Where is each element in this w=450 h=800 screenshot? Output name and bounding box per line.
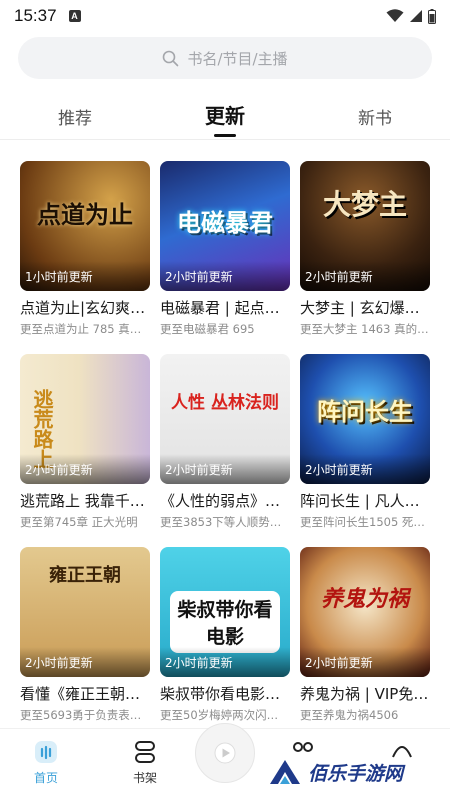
book-subtitle: 更至50岁梅婷两次闪… (160, 708, 279, 722)
book-cover[interactable]: 电磁暴君 2小时前更新 (160, 161, 290, 291)
nav-home[interactable]: 首页 (16, 739, 76, 786)
book-title: 点道为止|玄幻爽文… (20, 299, 150, 317)
book-title: 阵问长生 | 凡人… (300, 492, 420, 510)
book-title: 大梦主 | 玄幻爆… (300, 299, 420, 317)
cover-title: 雍正王朝 (49, 565, 121, 586)
book-cover[interactable]: 养鬼为祸 2小时前更新 (300, 547, 430, 677)
home-icon (35, 741, 57, 763)
book-subtitle: 更至第745章 正大光明 (20, 515, 138, 529)
tab-new-books[interactable]: 新书 (345, 104, 405, 148)
book-subtitle: 更至3853下等人顺势… (160, 515, 282, 529)
book-title: 看懂《雍正王朝… (20, 685, 141, 703)
cover-title: 阵问长生 (317, 397, 413, 426)
search-icon (163, 50, 179, 66)
book-card[interactable]: 大梦主 2小时前更新 大梦主 | 玄幻爆… 更至大梦主 1463 真的… (300, 161, 430, 337)
tab-active-indicator (214, 134, 236, 137)
update-badge: 1小时前更新 (20, 261, 150, 291)
book-cover[interactable]: 逃荒路上 2小时前更新 (20, 354, 150, 484)
book-subtitle: 更至电磁暴君 695 (160, 322, 255, 336)
update-badge: 2小时前更新 (20, 454, 150, 484)
book-card[interactable]: 点道为止 1小时前更新 点道为止|玄幻爽文… 更至点道为止 785 真… (20, 161, 150, 337)
tab-bar: 推荐 更新 新书 (0, 96, 450, 140)
tab-label: 新书 (358, 109, 392, 129)
update-badge: 2小时前更新 (300, 454, 430, 484)
update-badge: 2小时前更新 (160, 261, 290, 291)
tab-label: 推荐 (58, 109, 92, 129)
search-placeholder: 书名/节目/主播 (187, 49, 288, 68)
tab-recommend[interactable]: 推荐 (45, 104, 105, 148)
book-subtitle: 更至养鬼为祸4506 (300, 708, 399, 722)
play-icon (214, 742, 236, 764)
update-badge: 2小时前更新 (160, 647, 290, 677)
update-badge: 2小时前更新 (300, 261, 430, 291)
book-title: 养鬼为祸 | VIP免… (300, 685, 429, 703)
book-cover[interactable]: 人性 丛林法则 2小时前更新 (160, 354, 290, 484)
book-cover[interactable]: 点道为止 1小时前更新 (20, 161, 150, 291)
book-subtitle: 更至阵问长生1505 死… (300, 515, 425, 529)
tab-label: 更新 (205, 104, 245, 128)
book-subtitle: 更至点道为止 785 真… (20, 322, 142, 336)
tab-updates[interactable]: 更新 (195, 100, 255, 144)
book-card[interactable]: 养鬼为祸 2小时前更新 养鬼为祸 | VIP免… 更至养鬼为祸4506 (300, 547, 430, 723)
cover-title: 人性 丛林法则 (171, 393, 279, 413)
watermark-text: 佰乐手游网 (308, 762, 404, 785)
nav-bookshelf[interactable]: 书架 (115, 739, 175, 786)
book-card[interactable]: 逃荒路上 2小时前更新 逃荒路上 我靠千… 更至第745章 正大光明 (20, 354, 150, 530)
cover-title: 柴叔带你看电影 (170, 591, 280, 653)
book-title: 《人性的弱点》… (160, 492, 281, 510)
update-badge: 2小时前更新 (20, 647, 150, 677)
cover-title: 电磁暴君 (177, 208, 273, 237)
status-indicators (386, 8, 436, 24)
watermark-logo-icon (270, 760, 300, 784)
book-title: 柴叔带你看电影… (160, 685, 281, 703)
notification-app-icon: A (68, 10, 81, 22)
book-card[interactable]: 雍正王朝 2小时前更新 看懂《雍正王朝… 更至5693勇于负责表… (20, 547, 150, 723)
book-card[interactable]: 电磁暴君 2小时前更新 电磁暴君 | 起点… 更至电磁暴君 695 (160, 161, 290, 337)
book-cover[interactable]: 柴叔带你看电影 2小时前更新 (160, 547, 290, 677)
cover-title: 点道为止 (37, 200, 133, 229)
book-title: 电磁暴君 | 起点… (160, 299, 280, 317)
cover-title: 大梦主 (322, 188, 407, 221)
book-title: 逃荒路上 我靠千… (20, 492, 145, 510)
update-badge: 2小时前更新 (300, 647, 430, 677)
book-cover[interactable]: 雍正王朝 2小时前更新 (20, 547, 150, 677)
book-card[interactable]: 人性 丛林法则 2小时前更新 《人性的弱点》… 更至3853下等人顺势… (160, 354, 290, 530)
bookshelf-icon (135, 741, 155, 763)
battery-icon (428, 8, 436, 24)
book-subtitle: 更至大梦主 1463 真的… (300, 322, 429, 336)
book-card[interactable]: 柴叔带你看电影 2小时前更新 柴叔带你看电影… 更至50岁梅婷两次闪… (160, 547, 290, 723)
nav-label: 书架 (132, 771, 157, 785)
status-time: 15:37 (14, 6, 57, 25)
nav-label: 首页 (33, 771, 58, 785)
book-cover[interactable]: 大梦主 2小时前更新 (300, 161, 430, 291)
search-input[interactable]: 书名/节目/主播 (18, 37, 432, 79)
status-bar: 15:37 A (0, 0, 450, 32)
book-subtitle: 更至5693勇于负责表… (20, 708, 142, 722)
update-badge: 2小时前更新 (160, 454, 290, 484)
book-cover[interactable]: 阵问长生 2小时前更新 (300, 354, 430, 484)
signal-icon (410, 10, 422, 22)
watermark: 佰乐手游网 (268, 758, 403, 786)
cover-title: 养鬼为祸 (320, 586, 409, 612)
player-disc-button[interactable] (195, 723, 255, 783)
book-card[interactable]: 阵问长生 2小时前更新 阵问长生 | 凡人… 更至阵问长生1505 死… (300, 354, 430, 530)
wifi-icon (386, 9, 404, 22)
